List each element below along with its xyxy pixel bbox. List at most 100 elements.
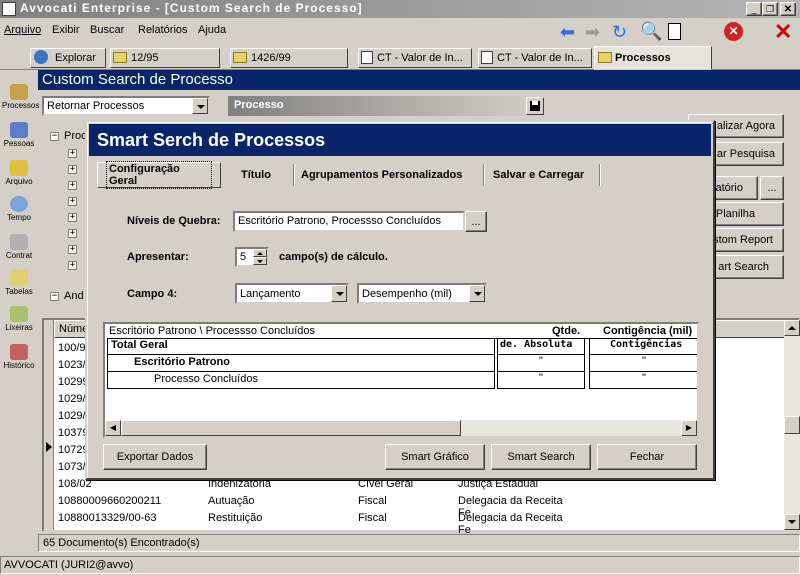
stop-icon[interactable]: ✕ bbox=[724, 22, 743, 41]
table-row[interactable]: 10880013329/00-63 Restituição Fiscal Del… bbox=[58, 512, 778, 536]
tab-ct-valor-1[interactable]: CT - Valor de In... bbox=[358, 48, 472, 68]
sidebar-item-historico[interactable]: Histórico bbox=[2, 344, 36, 370]
forward-arrow-icon[interactable]: ➡ bbox=[585, 22, 600, 43]
niveis-quebra-field[interactable]: Escritório Patrono, Processso Concluídos bbox=[233, 211, 465, 232]
preview-row: Total Geral bbox=[107, 338, 495, 355]
tab-1426-99[interactable]: 1426/99 bbox=[230, 48, 348, 68]
preview-value: " bbox=[497, 355, 585, 372]
processos-icon bbox=[10, 84, 28, 100]
grid-number[interactable]: 1073/ bbox=[58, 461, 86, 478]
document-icon bbox=[481, 51, 493, 64]
relatorio-options-button[interactable]: ... bbox=[760, 176, 784, 200]
table-icon bbox=[10, 270, 28, 286]
grid-number[interactable]: 1023/ bbox=[58, 359, 86, 376]
apresentar-stepper[interactable]: 5 bbox=[235, 247, 269, 267]
new-document-icon[interactable] bbox=[668, 23, 681, 40]
sidebar-item-arquivo[interactable]: Arquivo bbox=[2, 160, 36, 186]
grid-number[interactable]: 10299 bbox=[58, 376, 89, 393]
contract-icon bbox=[10, 234, 28, 250]
current-row-indicator bbox=[46, 442, 52, 452]
main-title: Custom Search de Processo bbox=[42, 71, 233, 88]
preview-sub-header-2: Contigências bbox=[589, 338, 697, 355]
tree-expand-toggle[interactable]: + bbox=[68, 149, 77, 158]
sidebar-item-tempo[interactable]: Tempo bbox=[2, 196, 36, 222]
menu-bar: Arquivo Exibir Buscar Relatórios Ajuda bbox=[0, 20, 540, 42]
table-row[interactable]: 108/02 Indenizatória Cível Geral Justiça… bbox=[58, 478, 778, 495]
return-selector[interactable]: Retornar Processos bbox=[42, 96, 210, 116]
explorar-icon bbox=[34, 50, 48, 64]
scroll-down-button[interactable] bbox=[784, 514, 800, 530]
menu-arquivo[interactable]: Arquivo bbox=[4, 24, 41, 36]
menu-relatorios[interactable]: Relatórios bbox=[138, 24, 188, 36]
grid-number[interactable]: 1029/ bbox=[58, 393, 86, 410]
preview-row: Processo Concluídos bbox=[107, 372, 495, 389]
tree-collapse-toggle[interactable]: − bbox=[50, 132, 59, 141]
campo-select-2[interactable]: Desempenho (mil) bbox=[357, 283, 487, 304]
campo-label: Campo 4: bbox=[127, 288, 178, 300]
grid-number[interactable]: 100/9 bbox=[58, 342, 86, 359]
tree-expand-toggle[interactable]: + bbox=[68, 245, 77, 254]
close-dialog-button[interactable]: Fechar bbox=[597, 444, 697, 470]
minimize-button[interactable]: _ bbox=[746, 2, 762, 16]
tree-expand-toggle[interactable]: + bbox=[68, 213, 77, 222]
preview-col-contig: Contigência (mil) bbox=[603, 325, 693, 337]
tab-titulo[interactable]: Título bbox=[233, 162, 279, 188]
stepper-up[interactable] bbox=[253, 249, 267, 257]
grid-number[interactable]: 10379 bbox=[58, 427, 89, 444]
tree-expand-toggle[interactable]: + bbox=[68, 261, 77, 270]
history-icon bbox=[10, 344, 28, 360]
sidebar-item-tabelas[interactable]: Tabelas bbox=[2, 270, 36, 296]
tab-agrupamentos[interactable]: Agrupamentos Personalizados bbox=[293, 162, 470, 188]
sidebar-item-lixeiras[interactable]: Lixeiras bbox=[2, 306, 36, 332]
smart-search-dialog: Smart Serch de Processos Configuração Ge… bbox=[85, 120, 715, 480]
scroll-right-button[interactable]: ▶ bbox=[681, 420, 697, 436]
table-row[interactable]: 10880009660200211 Autuação Fiscal Delega… bbox=[58, 495, 778, 519]
tree-collapse-toggle[interactable]: − bbox=[50, 292, 59, 301]
scroll-thumb[interactable] bbox=[121, 420, 461, 436]
section-header: Processo bbox=[228, 96, 546, 116]
campo-select-1[interactable]: Lançamento bbox=[235, 283, 349, 304]
sidebar-item-pessoas[interactable]: Pessoas bbox=[2, 122, 36, 148]
tree-expand-toggle[interactable]: + bbox=[68, 197, 77, 206]
close-icon[interactable]: ✕ bbox=[774, 19, 792, 45]
preview-value: " bbox=[497, 372, 585, 389]
preview-value: " bbox=[589, 372, 697, 389]
folder-icon bbox=[598, 52, 612, 63]
chevron-down-icon bbox=[192, 98, 208, 114]
scroll-left-button[interactable]: ◀ bbox=[105, 420, 121, 436]
menu-buscar[interactable]: Buscar bbox=[90, 24, 124, 36]
app-icon bbox=[2, 2, 16, 16]
smart-grafico-button[interactable]: Smart Gráfico bbox=[385, 444, 485, 470]
export-data-button[interactable]: Exportar Dados bbox=[103, 444, 207, 470]
tree-expand-toggle[interactable]: + bbox=[68, 165, 77, 174]
restore-button[interactable]: ❐ bbox=[762, 2, 778, 16]
row-selector bbox=[44, 320, 54, 530]
tree-expand-toggle[interactable]: + bbox=[68, 181, 77, 190]
scroll-thumb[interactable] bbox=[784, 416, 800, 434]
menu-exibir[interactable]: Exibir bbox=[52, 24, 80, 36]
tab-configuracao-geral[interactable]: Configuração Geral bbox=[97, 161, 221, 189]
sidebar-item-contrat[interactable]: Contrat bbox=[2, 234, 36, 260]
cell-type: Autuação bbox=[208, 495, 255, 507]
smart-search-dialog-button[interactable]: Smart Search bbox=[491, 444, 591, 470]
stepper-down[interactable] bbox=[253, 257, 267, 265]
grid-scrollbar[interactable] bbox=[784, 320, 800, 530]
refresh-icon[interactable]: ↻ bbox=[612, 22, 627, 43]
close-window-button[interactable]: ✕ bbox=[780, 2, 796, 16]
save-icon[interactable] bbox=[526, 97, 544, 115]
grid-number[interactable]: 10729 bbox=[58, 444, 89, 461]
preview-hscrollbar[interactable]: ◀ ▶ bbox=[105, 420, 697, 436]
grid-number[interactable]: 1029/ bbox=[58, 410, 86, 427]
search-icon[interactable]: 🔍 bbox=[640, 21, 662, 42]
back-arrow-icon[interactable]: ⬅ bbox=[560, 22, 575, 43]
scroll-up-button[interactable] bbox=[784, 320, 800, 336]
browse-niveis-button[interactable]: ... bbox=[465, 211, 487, 232]
preview-total-geral: Total Geral bbox=[111, 339, 168, 351]
tab-salvar-carregar[interactable]: Salvar e Carregar bbox=[485, 162, 592, 188]
tab-ct-valor-2[interactable]: CT - Valor de In... bbox=[478, 48, 592, 68]
menu-ajuda[interactable]: Ajuda bbox=[198, 24, 226, 36]
sidebar-item-processos[interactable]: Processos bbox=[2, 84, 39, 110]
preview-path: Escritório Patrono \ Processso Concluído… bbox=[109, 325, 316, 337]
cell-number: 10880009660200211 bbox=[58, 495, 162, 507]
tree-expand-toggle[interactable]: + bbox=[68, 229, 77, 238]
